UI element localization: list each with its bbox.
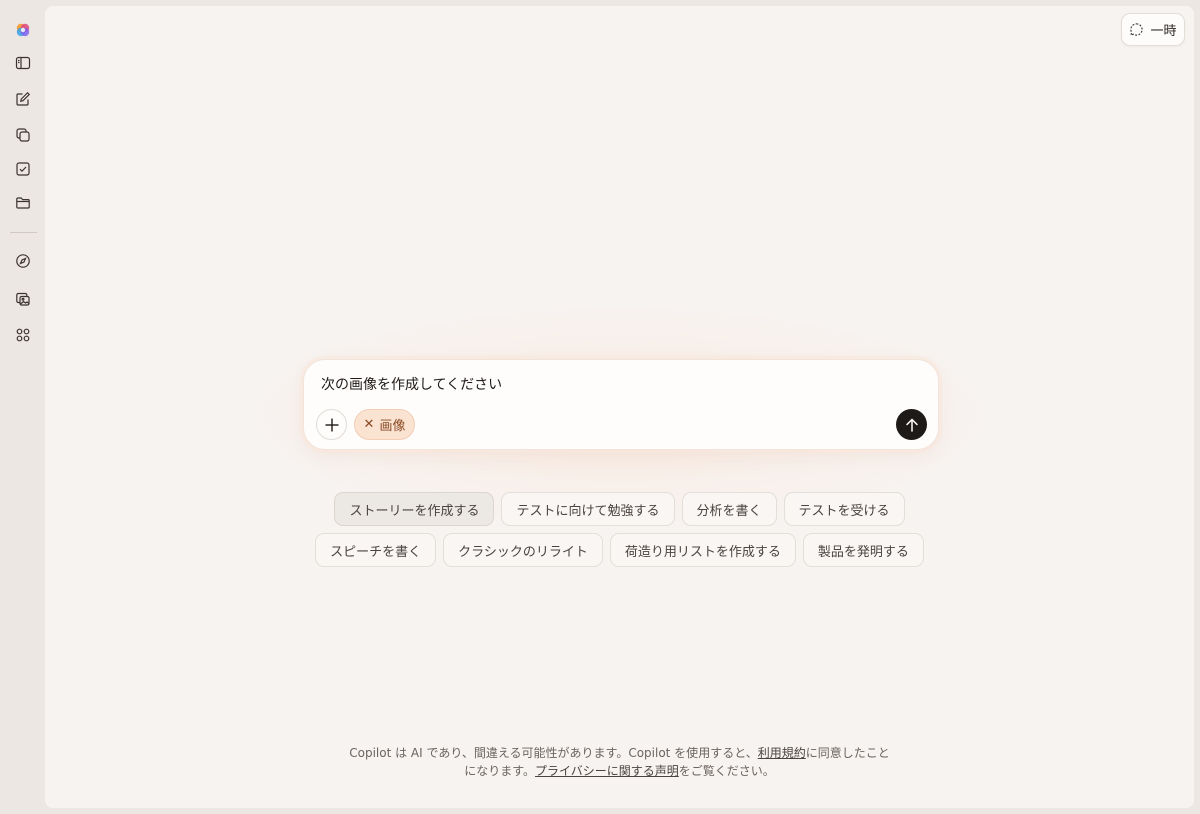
temporary-chat-button[interactable]: 一時 [1121,13,1185,46]
temporary-chat-label: 一時 [1150,24,1177,39]
composer-input[interactable]: 次の画像を作成してください [321,374,502,394]
disclaimer-line-1: Copilot は AI であり、間違える可能性があります。Copilot を使… [45,744,1194,762]
suggestion-chip[interactable]: テストに向けて勉強する [501,492,675,526]
disclaimer-text: に同意したこと [805,746,890,760]
disclaimer-text: をご覧ください。 [678,764,775,778]
suggestion-chip[interactable]: 製品を発明する [802,533,924,567]
image-mode-chip[interactable]: ✕ 画像 [354,409,415,440]
chip-label: 画像 [379,419,406,434]
dashed-chat-bubble-icon [1130,23,1144,36]
chat-composer[interactable]: 次の画像を作成してください ✕ 画像 [303,359,939,450]
terms-link[interactable]: 利用規約 [758,746,806,760]
pages-icon[interactable] [11,123,35,147]
suggestion-chip[interactable]: 分析を書く [681,492,777,526]
app-window: 一時 次の画像を作成してください ✕ 画像 ストーリーを作成する テストに向けて… [0,0,1200,814]
suggestions-row-2: スピーチを書く クラシックのリライト 荷造り用リストを作成する 製品を発明する [45,533,1194,567]
disclaimer-text: になります。 [464,764,536,778]
add-attachment-button[interactable] [316,409,347,440]
suggestion-chip[interactable]: 荷造り用リストを作成する [609,533,796,567]
send-button[interactable] [896,409,927,440]
tasks-icon[interactable] [11,157,35,181]
sidebar [0,0,45,814]
plus-icon [325,418,338,431]
discover-icon[interactable] [11,249,35,273]
disclaimer-line-2: になります。プライバシーに関する声明をご覧ください。 [45,762,1194,780]
main-panel: 一時 次の画像を作成してください ✕ 画像 ストーリーを作成する テストに向けて… [45,6,1194,808]
disclaimer-text: Copilot は AI であり、間違える可能性があります。Copilot を使… [349,746,758,760]
chip-close-icon[interactable]: ✕ [364,417,375,432]
suggestion-chip[interactable]: クラシックのリライト [443,533,603,567]
suggestions-row-1: ストーリーを作成する テストに向けて勉強する 分析を書く テストを受ける [45,492,1194,526]
new-chat-icon[interactable] [11,87,35,111]
suggestion-chip[interactable]: ストーリーを作成する [334,492,495,526]
arrow-up-icon [905,418,918,432]
image-gallery-icon[interactable] [11,287,35,311]
apps-grid-icon[interactable] [11,323,35,347]
copilot-logo-icon[interactable] [11,18,35,42]
sidebar-divider [10,232,37,233]
folder-icon[interactable] [11,191,35,215]
privacy-link[interactable]: プライバシーに関する声明 [535,764,679,778]
sidebar-toggle-icon[interactable] [11,51,35,75]
suggestion-chip[interactable]: スピーチを書く [315,533,437,567]
suggestion-chip[interactable]: テストを受ける [783,492,905,526]
disclaimer: Copilot は AI であり、間違える可能性があります。Copilot を使… [45,744,1194,780]
